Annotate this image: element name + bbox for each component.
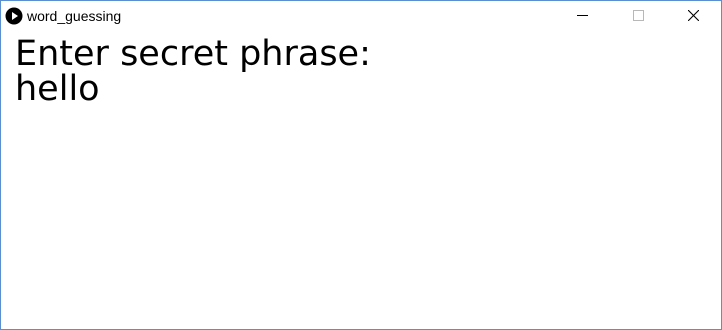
title-bar[interactable]: word_guessing: [1, 1, 721, 30]
minimize-button[interactable]: [559, 1, 605, 30]
typed-phrase: hello: [15, 69, 100, 109]
prompt-text: Enter secret phrase:: [15, 34, 371, 74]
maximize-button[interactable]: [615, 1, 661, 30]
close-button[interactable]: [670, 1, 716, 30]
minimize-icon: [577, 15, 588, 16]
sketch-canvas[interactable]: Enter secret phrase: hello: [1, 30, 721, 329]
window-title: word_guessing: [27, 8, 122, 24]
close-icon: [688, 10, 699, 21]
app-window: word_guessing Enter secret phrase: hello: [0, 0, 722, 330]
play-circle-icon: [5, 7, 23, 25]
maximize-icon: [633, 10, 644, 21]
